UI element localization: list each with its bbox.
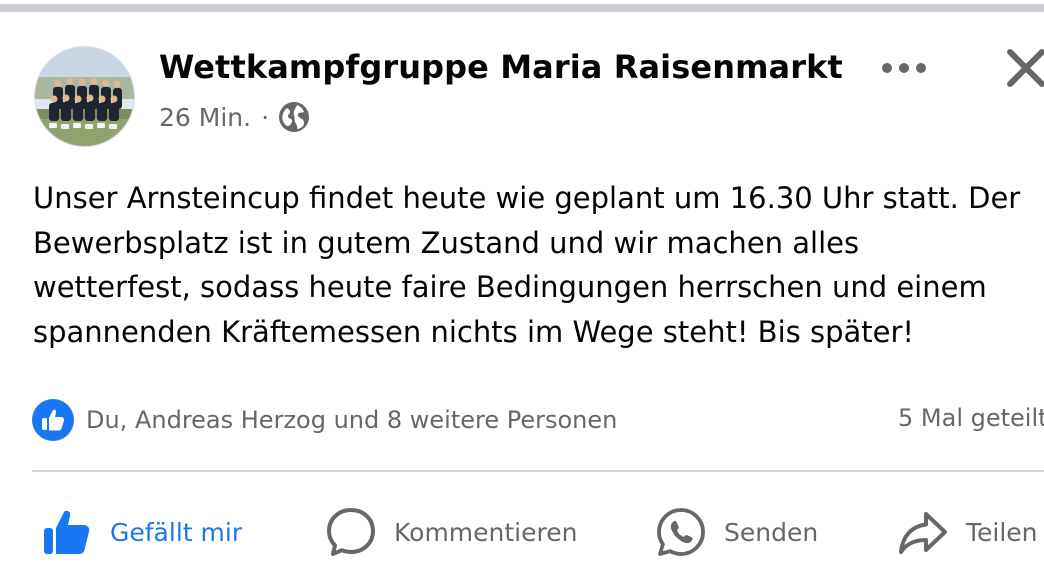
thumbs-up-icon [40,505,94,559]
feed-post: Wettkampfgruppe Maria Raisenmarkt 26 Min… [0,12,1044,574]
like-button-label: Gefällt mir [110,517,243,547]
more-dot-icon [899,63,909,73]
more-dot-icon [882,63,892,73]
send-button[interactable]: Senden [654,500,818,564]
share-button-label: Teilen [966,517,1038,547]
close-icon[interactable] [1002,44,1044,92]
actions-divider [32,470,1044,472]
post-meta: 26 Min. · [159,100,310,134]
post-body-line: spannenden Kräftemessen nichts im Wege s… [33,314,915,349]
shares-count[interactable]: 5 Mal geteilt [898,404,1044,432]
globe-icon [279,102,310,132]
group-photo-image [35,47,134,146]
comment-button-label: Kommentieren [394,517,578,547]
post-timestamp[interactable]: 26 Min. [159,103,251,132]
post-body-line: Bewerbsplatz ist in gutem Zustand und wi… [33,225,860,260]
whatsapp-icon [654,505,708,559]
comment-button[interactable]: Kommentieren [324,500,577,564]
send-button-label: Senden [724,517,819,547]
post-body-line: Unser Arnsteincup findet heute wie gepla… [33,181,1021,215]
like-button[interactable]: Gefällt mir [40,500,242,564]
more-dot-icon [916,63,926,73]
reactions-text: Du, Andreas Herzog und 8 weitere Persone… [86,406,618,434]
feed-separator [0,0,1044,12]
share-arrow-icon [896,505,950,559]
like-reaction-icon [32,399,74,441]
reactions-summary[interactable]: Du, Andreas Herzog und 8 weitere Persone… [32,398,617,442]
page-name[interactable]: Wettkampfgruppe Maria Raisenmarkt [159,48,843,86]
post-body-line: wetterfest, sodass heute faire Bedingung… [33,270,987,304]
meta-separator: · [261,102,270,132]
post-actions-bar: Gefällt mir Kommentieren Senden Teilen [0,500,1044,564]
more-options-button[interactable] [878,52,930,84]
post-body: Unser Arnsteincup findet heute wie gepla… [33,176,1044,354]
share-button[interactable]: Teilen [896,500,1038,564]
page-avatar[interactable] [34,46,135,147]
comment-bubble-icon [324,505,378,559]
